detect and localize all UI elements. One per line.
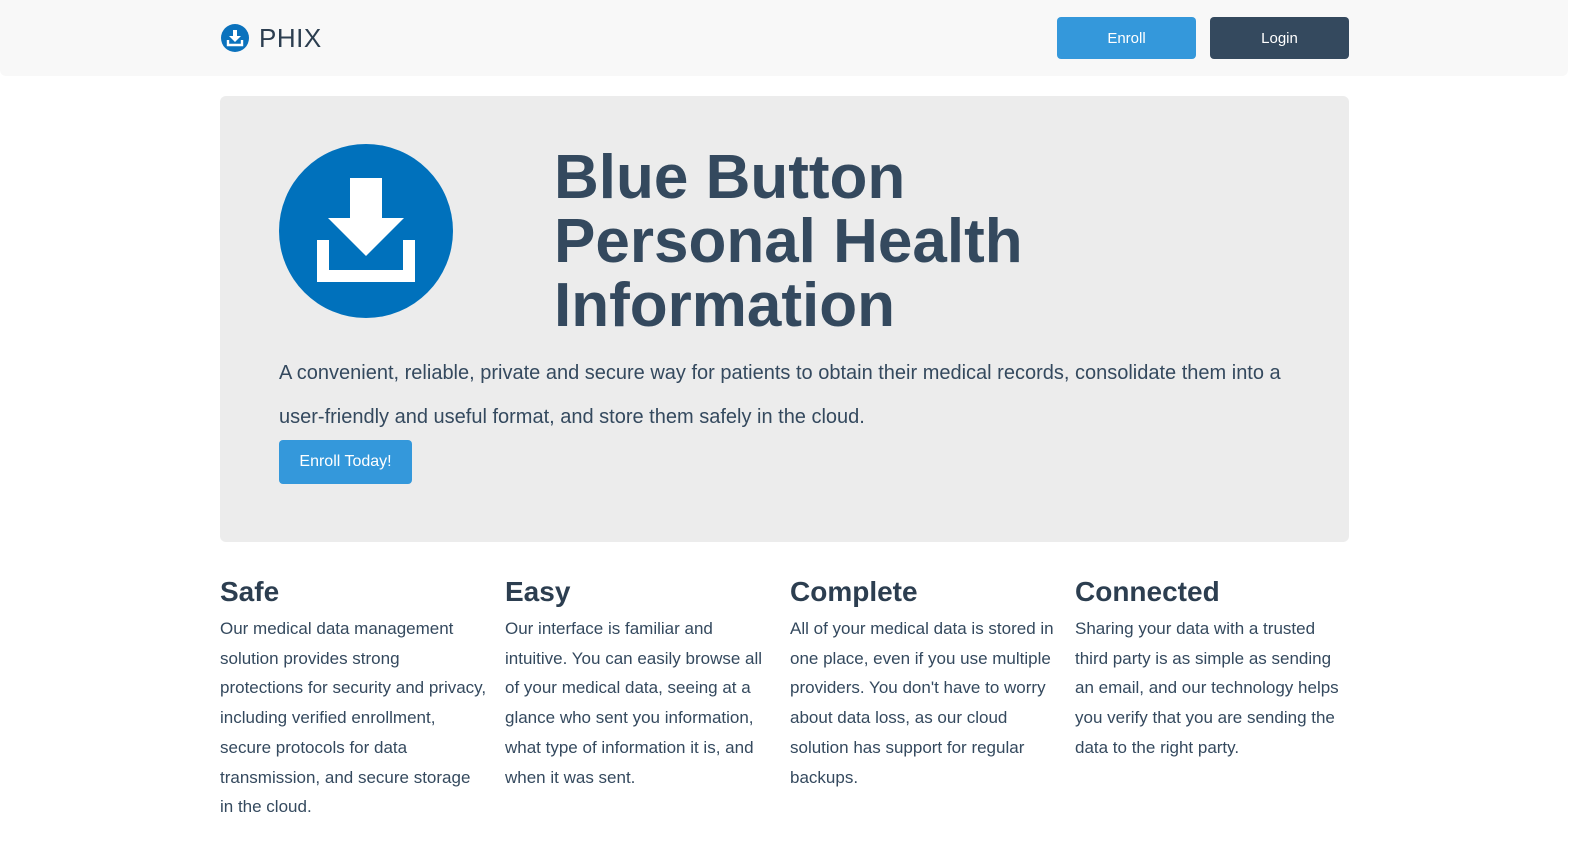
feature-title: Complete xyxy=(790,576,918,607)
download-circle-icon xyxy=(221,24,249,52)
hero-description: A convenient, reliable, private and secu… xyxy=(279,362,1281,428)
feature-title: Safe xyxy=(220,576,280,607)
feature-complete: Complete All of your medical data is sto… xyxy=(790,574,1075,822)
hero-title-line: Personal Health xyxy=(554,207,1023,276)
hero-title-line: Information xyxy=(554,271,895,340)
hero-panel: Blue Button Personal Health Information … xyxy=(220,96,1349,542)
feature-title: Connected xyxy=(1075,576,1220,607)
feature-text: Our interface is familiar and intuitive.… xyxy=(505,619,763,787)
feature-connected: Connected Sharing your data with a trust… xyxy=(1075,574,1360,822)
feature-text: All of your medical data is stored in on… xyxy=(790,619,1054,787)
features-section: Safe Our medical data management solutio… xyxy=(220,574,1360,822)
feature-safe: Safe Our medical data management solutio… xyxy=(220,574,505,822)
login-button[interactable]: Login xyxy=(1210,17,1349,59)
brand[interactable]: PHIX xyxy=(221,22,322,54)
brand-name: PHIX xyxy=(259,22,322,53)
feature-easy: Easy Our interface is familiar and intui… xyxy=(505,574,790,822)
download-icon xyxy=(279,144,453,318)
feature-text: Our medical data management solution pro… xyxy=(220,619,487,817)
hero-title: Blue Button Personal Health Information xyxy=(554,146,1254,338)
enroll-button[interactable]: Enroll xyxy=(1057,17,1196,59)
navbar: PHIX Enroll Login xyxy=(0,0,1568,76)
enroll-today-button[interactable]: Enroll Today! xyxy=(279,440,412,484)
feature-title: Easy xyxy=(505,576,571,607)
hero-title-line: Blue Button xyxy=(554,143,906,212)
feature-text: Sharing your data with a trusted third p… xyxy=(1075,619,1339,757)
